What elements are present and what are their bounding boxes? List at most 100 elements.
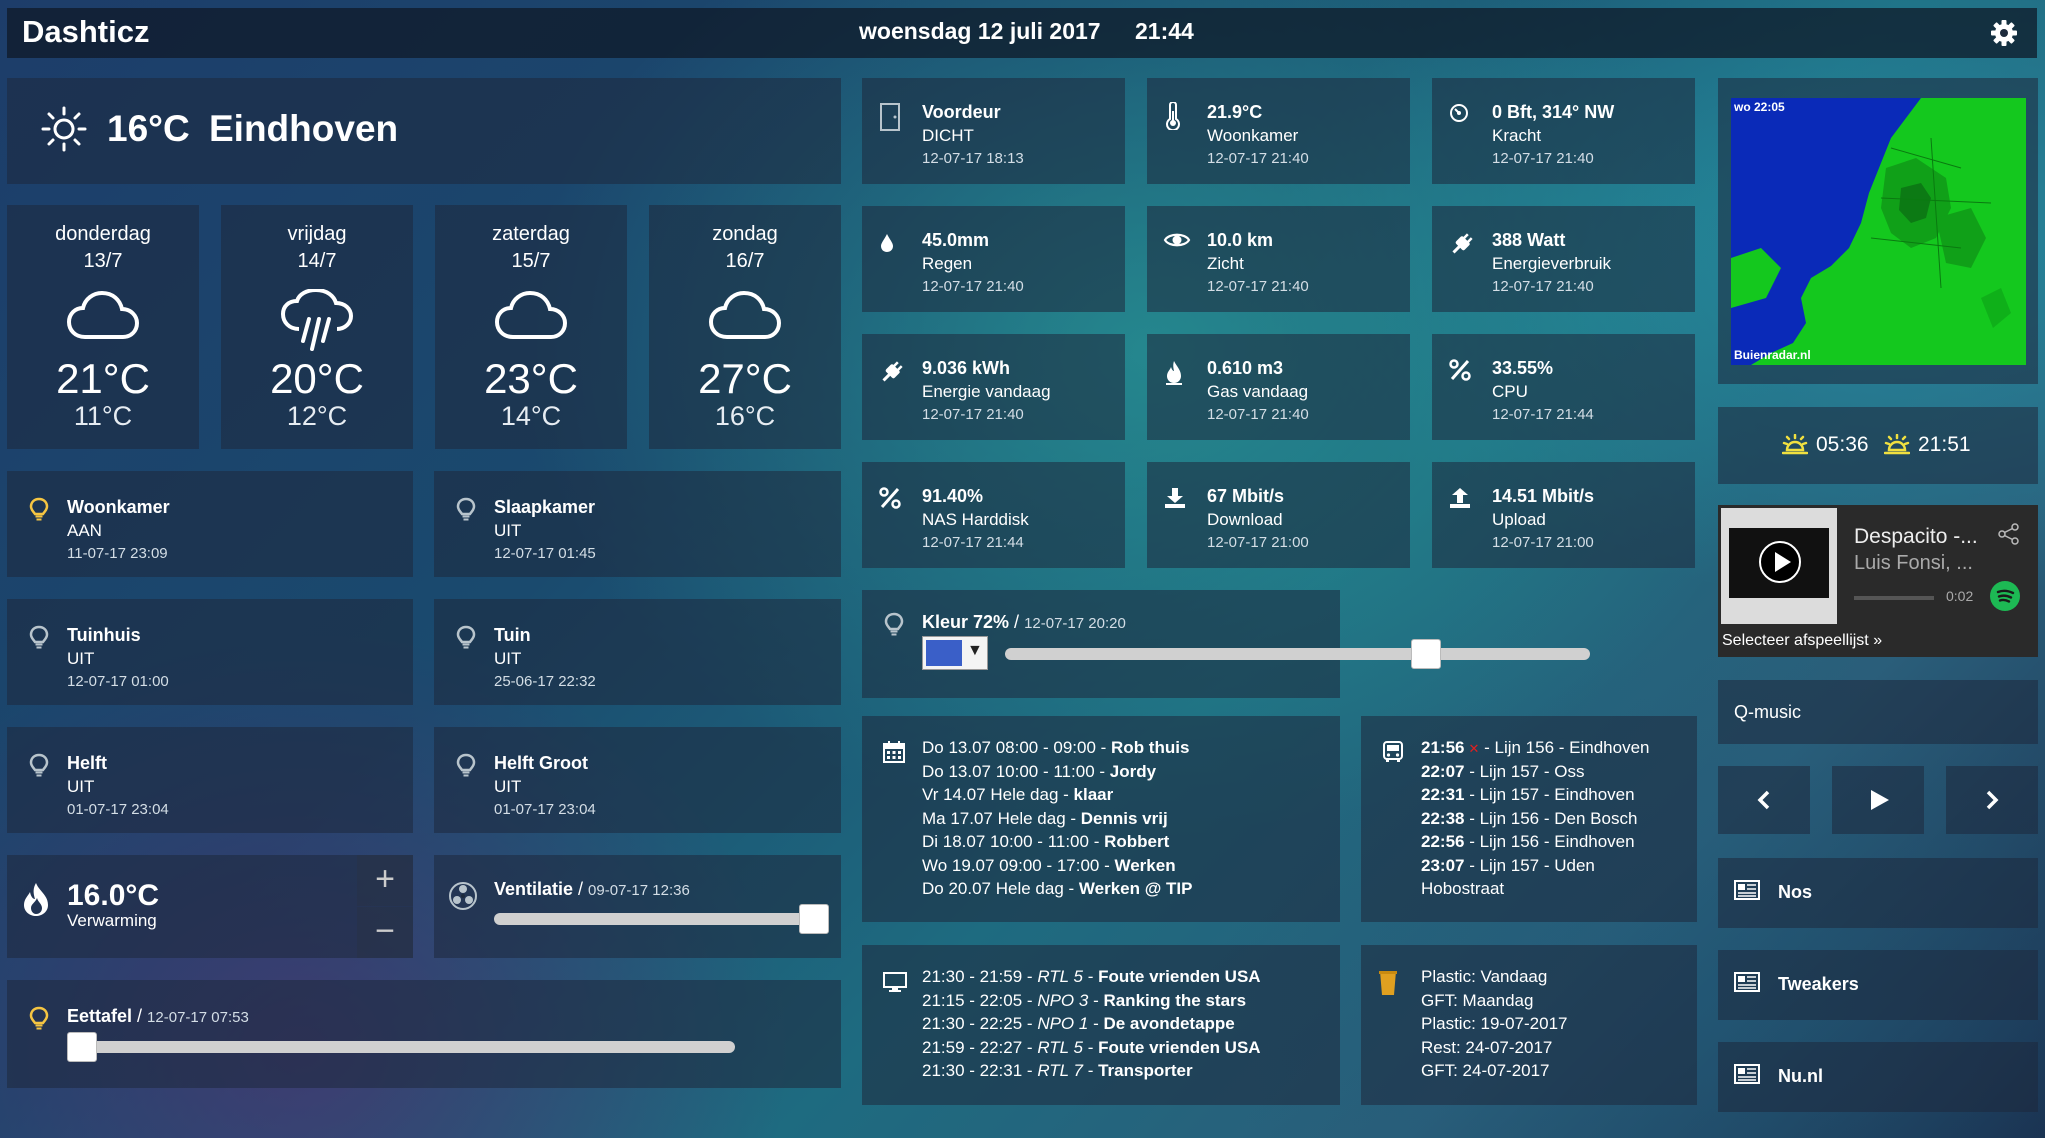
sensor-timestamp: 12-07-17 21:40 — [1207, 278, 1309, 295]
forecast-low: 14°C — [500, 401, 562, 431]
tv-program: 21:30 - 22:25 - NPO 1 - De avondetappe — [922, 1014, 1235, 1033]
switch-timestamp: 12-07-17 01:45 — [494, 545, 596, 562]
chevron-left-icon — [1757, 790, 1770, 810]
switch-timestamp: 25-06-17 22:32 — [494, 673, 596, 690]
program-time: 21:30 - 22:31 - — [922, 1061, 1038, 1080]
gear-icon[interactable] — [1989, 18, 2019, 48]
sensor-tile-4: 10.0 km Zicht 12-07-17 21:40 — [1147, 206, 1410, 312]
eettafel-slider[interactable] — [67, 1041, 735, 1053]
switch-state: UIT — [494, 649, 522, 668]
weather-radar-map[interactable]: wo 22:05 Buienradar.nl — [1731, 98, 2026, 365]
sensor-timestamp: 12-07-17 18:13 — [922, 150, 1024, 167]
garbage-pickup: GFT: Maandag — [1421, 990, 1534, 1010]
sensor-label: Download — [1207, 510, 1283, 529]
sensor-tile-7: 0.610 m3 Gas vandaag 12-07-17 21:40 — [1147, 334, 1410, 440]
sun-icon — [41, 106, 87, 157]
sensor-tile-10: 67 Mbit/s Download 12-07-17 21:00 — [1147, 462, 1410, 568]
ventilation-slider[interactable] — [494, 913, 814, 925]
cloud-icon — [493, 289, 569, 346]
share-icon[interactable] — [1998, 523, 2020, 550]
switch-tuin[interactable]: Tuin UIT 25-06-17 22:32 — [434, 599, 841, 705]
departure-line: - Lijn 157 - Oss — [1464, 761, 1585, 781]
play-button[interactable] — [1832, 766, 1924, 834]
door-icon — [878, 102, 906, 131]
switch-name: Tuin — [494, 625, 531, 645]
departure-time: 22:38 — [1421, 808, 1465, 828]
news-feed-nos[interactable]: Nos — [1718, 858, 2038, 928]
news-feed-nunl[interactable]: Nu.nl — [1718, 1042, 2038, 1112]
album-art[interactable] — [1721, 508, 1837, 624]
thermometer-icon — [1163, 101, 1191, 132]
bulb-icon — [29, 497, 49, 526]
switch-state: UIT — [67, 649, 95, 668]
radar-credit: Buienradar.nl — [1734, 348, 1811, 362]
sensor-label: Woonkamer — [1207, 126, 1299, 145]
header-time: 21:44 — [1135, 18, 1194, 44]
spotify-progress[interactable] — [1854, 596, 1934, 600]
garbage-pickup: GFT: 24-07-2017 — [1421, 1061, 1550, 1080]
switch-name: Slaapkamer — [494, 497, 596, 517]
heating-minus-button[interactable]: − — [357, 907, 413, 958]
program-channel: RTL 5 — [1037, 967, 1083, 986]
trash-bin-icon — [1377, 969, 1399, 1002]
forecast-high: 21°C — [56, 355, 150, 402]
color-light-panel: Kleur 72% / 12-07-17 20:20 ▼ — [862, 590, 1590, 698]
sensor-value: 9.036 kWh — [922, 358, 1011, 378]
eettafel-slider-handle[interactable] — [67, 1032, 97, 1062]
event-when: Wo 19.07 09:00 - 17:00 - — [922, 855, 1115, 875]
sensor-value: 45.0mm — [922, 230, 990, 250]
forecast-high: 27°C — [698, 355, 792, 402]
select-playlist-link[interactable]: Selecteer afspeellijst » — [1722, 632, 1882, 650]
ventilation-slider-handle[interactable] — [799, 904, 829, 934]
switch-state: AAN — [67, 521, 102, 540]
wind-compass-icon — [1448, 102, 1476, 130]
switch-slaapkamer[interactable]: Slaapkamer UIT 12-07-17 01:45 — [434, 471, 841, 577]
calendar-panel: Do 13.07 08:00 - 09:00 - Rob thuis Do 13.… — [862, 716, 1340, 922]
program-time: 21:30 - 22:25 - — [922, 1014, 1038, 1033]
forecast-dayname: zondag — [712, 223, 778, 245]
sun-times-panel: 05:36 21:51 — [1718, 407, 2038, 484]
top-navbar: Dashticz woensdag 12 juli 2017 21:44 — [7, 8, 2037, 58]
forecast-dayname: donderdag — [55, 223, 151, 245]
news-feed-tweakers[interactable]: Tweakers — [1718, 950, 2038, 1020]
ventilation-time: 09-07-17 12:36 — [588, 882, 690, 899]
play-icon[interactable] — [1759, 541, 1801, 583]
switch-tuinhuis[interactable]: Tuinhuis UIT 12-07-17 01:00 — [7, 599, 413, 705]
sunrise-time: 05:36 — [1816, 433, 1869, 456]
switch-helft[interactable]: Helft UIT 01-07-17 23:04 — [7, 727, 413, 833]
event-when: Ma 17.07 Hele dag - — [922, 808, 1081, 828]
event-title: Jordy — [1109, 761, 1157, 781]
sensor-timestamp: 12-07-17 21:44 — [1492, 406, 1594, 423]
color-light-slider-handle[interactable] — [1411, 639, 1442, 669]
switch-timestamp: 11-07-17 23:09 — [67, 545, 168, 562]
color-light-name: Kleur 72% — [922, 612, 1010, 632]
news-label: Nos — [1778, 882, 1813, 902]
forecast-day-0: donderdag 13/7 21°C 11°C — [7, 205, 199, 449]
event-title: Werken — [1114, 855, 1176, 875]
event-title: Dennis vrij — [1080, 808, 1168, 828]
spotify-widget: Despacito -... Luis Fonsi, ... 0:02 Sele… — [1718, 505, 2038, 657]
bus-departure: 22:56 - Lijn 156 - Eindhoven — [1421, 832, 1650, 856]
sensor-tile-6: 9.036 kWh Energie vandaag 12-07-17 21:40 — [862, 334, 1125, 440]
color-picker[interactable]: ▼ — [922, 636, 988, 670]
color-light-slider[interactable] — [1005, 648, 1590, 660]
delay-icon: ✕ — [1468, 741, 1480, 756]
sunset-time: 21:51 — [1918, 433, 1971, 456]
bus-icon — [1381, 740, 1405, 769]
calendar-event: Di 18.07 10:00 - 11:00 - Robbert — [922, 832, 1192, 856]
radio-panel: Q-music — [1718, 680, 2038, 744]
forecast-date: 16/7 — [725, 250, 765, 272]
next-button[interactable] — [1946, 766, 2038, 834]
heating-plus-button[interactable]: + — [357, 855, 413, 906]
previous-button[interactable] — [1718, 766, 1810, 834]
departure-line: - Lijn 157 - Eindhoven — [1464, 785, 1635, 804]
sensor-tile-3: 45.0mm Regen 12-07-17 21:40 — [862, 206, 1125, 312]
forecast-dayname: vrijdag — [287, 223, 347, 245]
cloud-icon — [707, 289, 783, 346]
switch-woonkamer[interactable]: Woonkamer AAN 11-07-17 23:09 — [7, 471, 413, 577]
switch-helft-groot[interactable]: Helft Groot UIT 01-07-17 23:04 — [434, 727, 841, 833]
tv-program: 21:15 - 22:05 - NPO 3 - Ranking the star… — [922, 990, 1247, 1010]
program-channel: NPO 3 — [1037, 990, 1089, 1010]
event-when: Do 13.07 08:00 - 09:00 - — [922, 738, 1112, 757]
departure-time: 22:56 — [1421, 832, 1465, 851]
